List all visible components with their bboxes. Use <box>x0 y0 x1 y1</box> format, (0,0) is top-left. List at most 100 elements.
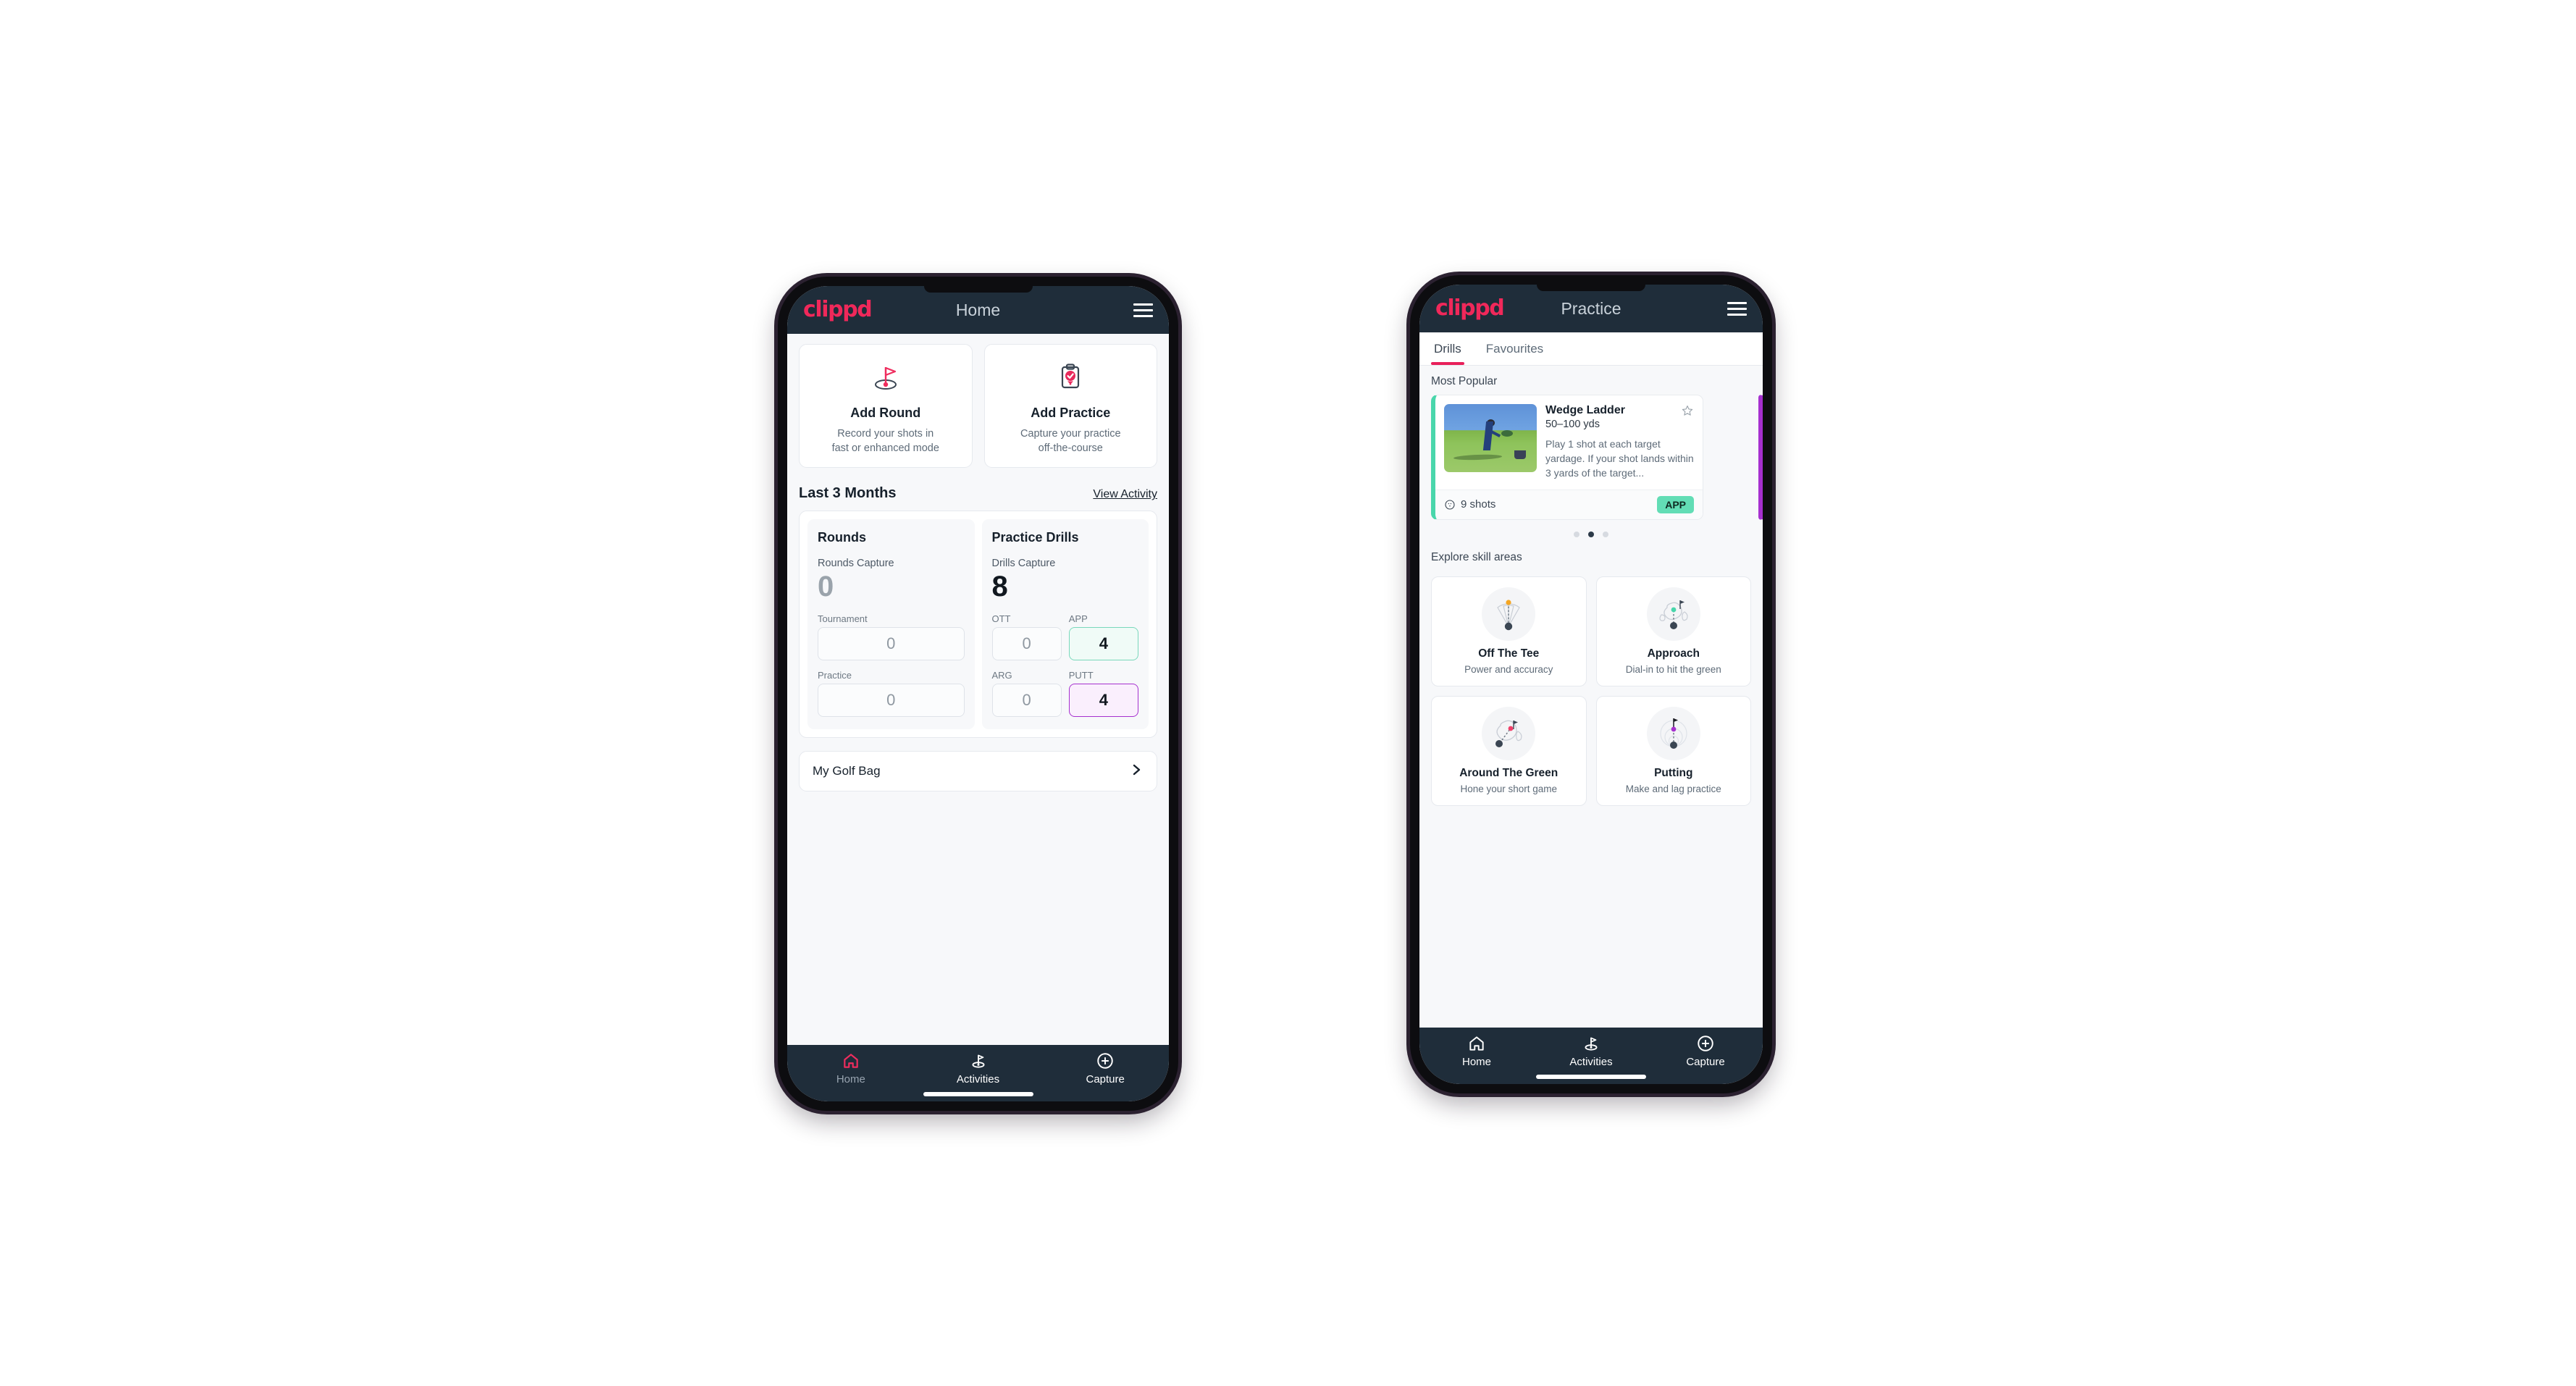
skill-title: Putting <box>1654 766 1693 779</box>
nav-home-label: Home <box>836 1073 865 1085</box>
stats-card: Rounds Rounds Capture 0 Tournament 0 Pra… <box>799 511 1157 739</box>
add-round-sub-1: Record your shots in <box>837 428 934 440</box>
drills-capture-label: Drills Capture <box>991 558 1056 570</box>
arg-label: ARG <box>991 670 1012 681</box>
chevron-right-icon <box>1129 763 1144 780</box>
plus-circle-icon <box>1097 1053 1113 1069</box>
last-3-months-header: Last 3 Months View Activity <box>787 468 1169 511</box>
drills-column: Practice Drills Drills Capture 8 OTT 0 A… <box>981 519 1149 730</box>
arg-value[interactable]: 0 <box>991 684 1062 718</box>
home-appbar: clippd Home <box>787 286 1169 334</box>
practice-tabs: Drills Favourites <box>1419 332 1763 366</box>
tournament-label: Tournament <box>818 613 868 625</box>
skill-card-approach[interactable]: Approach Dial-in to hit the green <box>1595 576 1751 686</box>
drill-yardage: 50–100 yds <box>1545 419 1600 430</box>
clippd-logo[interactable]: clippd <box>1435 298 1505 319</box>
quick-actions: Add Round Record your shots in fast or e… <box>787 334 1169 469</box>
nav-capture-label: Capture <box>1686 1056 1725 1068</box>
add-practice-title: Add Practice <box>1031 406 1111 420</box>
star-outline-icon[interactable] <box>1681 404 1694 417</box>
skill-title: Approach <box>1647 647 1700 660</box>
plus-circle-icon <box>1698 1036 1713 1051</box>
skill-areas-grid: Off The Tee Power and accuracy Approach … <box>1419 571 1763 806</box>
home-indicator <box>1536 1075 1646 1079</box>
ott-label: OTT <box>991 613 1011 625</box>
app-label: APP <box>1068 613 1088 625</box>
nav-capture[interactable]: Capture <box>1648 1034 1763 1068</box>
skill-title: Around The Green <box>1459 766 1558 779</box>
tournament-value[interactable]: 0 <box>818 627 965 661</box>
view-activity-link[interactable]: View Activity <box>1093 488 1157 501</box>
drill-card[interactable]: Wedge Ladder 50–100 yds Play 1 shot at e… <box>1431 395 1703 520</box>
section-title: Last 3 Months <box>799 485 897 502</box>
tab-favourites[interactable]: Favourites <box>1476 332 1553 365</box>
ott-value[interactable]: 0 <box>991 627 1062 661</box>
clipboard-check-icon <box>992 358 1150 396</box>
phone-home: clippd Home Add Round Record your shots … <box>778 277 1178 1111</box>
phone-notch <box>1537 285 1645 291</box>
golf-flag-icon <box>971 1054 985 1068</box>
rounds-heading: Rounds <box>818 530 866 545</box>
drill-carousel[interactable]: Wedge Ladder 50–100 yds Play 1 shot at e… <box>1419 395 1763 520</box>
nav-home[interactable]: Home <box>1419 1034 1534 1068</box>
drill-card-next-peek[interactable] <box>1758 395 1763 520</box>
drill-shots: 9 shots <box>1461 498 1496 511</box>
most-popular-label: Most Popular <box>1431 375 1498 387</box>
rounds-capture-value: 0 <box>818 571 834 603</box>
home-indicator <box>923 1092 1033 1096</box>
drill-description: Play 1 shot at each target yardage. If y… <box>1545 438 1694 479</box>
skill-sub: Hone your short game <box>1460 783 1558 794</box>
skill-sub: Power and accuracy <box>1464 663 1553 675</box>
explore-skill-areas-label: Explore skill areas <box>1431 550 1522 563</box>
skill-card-around-the-green[interactable]: Around The Green Hone your short game <box>1431 695 1587 806</box>
skill-title: Off The Tee <box>1478 647 1540 660</box>
golf-flag-icon <box>807 358 965 396</box>
skill-sub: Make and lag practice <box>1625 783 1721 794</box>
tab-drills[interactable]: Drills <box>1431 332 1472 365</box>
nav-home-label: Home <box>1461 1056 1491 1068</box>
my-golf-bag-row[interactable]: My Golf Bag <box>799 751 1157 792</box>
hamburger-icon[interactable] <box>1727 301 1747 316</box>
screenshot-stage: clippd Home Add Round Record your shots … <box>0 0 2576 1386</box>
hamburger-icon[interactable] <box>1133 303 1153 317</box>
practice-label: Practice <box>818 670 852 681</box>
carousel-dot-2[interactable] <box>1588 531 1594 537</box>
home-icon <box>1469 1036 1484 1051</box>
golf-flag-icon <box>1585 1037 1598 1051</box>
drills-heading: Practice Drills <box>991 530 1079 545</box>
rounds-capture-label: Rounds Capture <box>818 558 894 570</box>
nav-capture[interactable]: Capture <box>1041 1051 1169 1085</box>
nav-capture-label: Capture <box>1086 1073 1125 1085</box>
putt-label: PUTT <box>1068 670 1094 681</box>
carousel-dots <box>1419 520 1763 542</box>
putt-value[interactable]: 4 <box>1068 684 1138 718</box>
carousel-dot-1[interactable] <box>1574 531 1579 537</box>
nav-activities[interactable]: Activities <box>915 1051 1042 1085</box>
drill-skill-badge: APP <box>1657 495 1694 513</box>
tee-fan-icon <box>1482 587 1536 641</box>
putting-rings-icon <box>1646 706 1700 760</box>
drill-title: Wedge Ladder <box>1545 404 1625 416</box>
golf-ball-icon <box>1445 500 1455 510</box>
green-approach-icon <box>1646 587 1700 641</box>
skill-card-putting[interactable]: Putting Make and lag practice <box>1595 695 1751 806</box>
my-golf-bag-label: My Golf Bag <box>813 764 881 778</box>
add-round-title: Add Round <box>850 406 921 420</box>
skill-sub: Dial-in to hit the green <box>1625 663 1721 675</box>
phone-practice: clippd Practice Drills Favourites Most P… <box>1410 275 1772 1093</box>
clippd-logo[interactable]: clippd <box>803 299 873 321</box>
practice-value[interactable]: 0 <box>818 684 965 718</box>
carousel-dot-3[interactable] <box>1603 531 1608 537</box>
nav-activities[interactable]: Activities <box>1534 1034 1648 1068</box>
home-content: Add Round Record your shots in fast or e… <box>787 334 1169 1045</box>
tab-favourites-label: Favourites <box>1485 341 1544 356</box>
app-value[interactable]: 4 <box>1068 627 1138 661</box>
skill-card-off-the-tee[interactable]: Off The Tee Power and accuracy <box>1431 576 1587 686</box>
drill-thumbnail <box>1444 404 1537 472</box>
add-practice-card[interactable]: Add Practice Capture your practice off-t… <box>983 344 1157 469</box>
phone-notch <box>923 286 1033 293</box>
nav-home[interactable]: Home <box>787 1051 915 1085</box>
add-round-sub-2: fast or enhanced mode <box>831 442 939 454</box>
add-round-card[interactable]: Add Round Record your shots in fast or e… <box>799 344 973 469</box>
nav-activities-label: Activities <box>1569 1056 1613 1068</box>
